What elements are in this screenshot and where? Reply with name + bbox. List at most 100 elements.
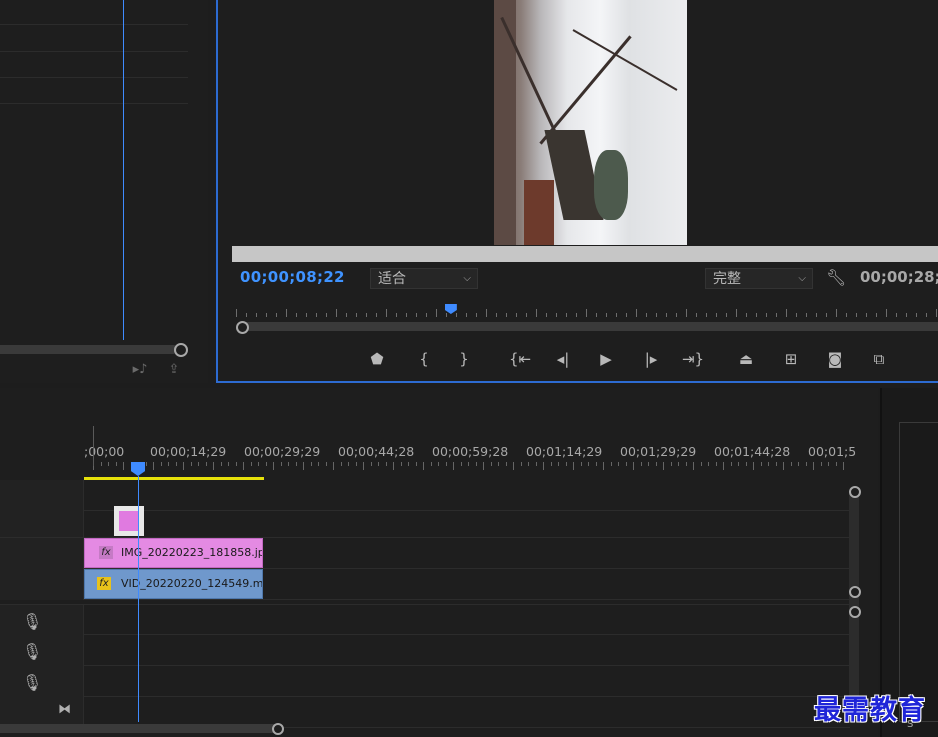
- monitor-time-ruler[interactable]: [232, 305, 938, 317]
- mark-out-icon[interactable]: }: [452, 349, 476, 369]
- extract-icon[interactable]: ⊞: [779, 349, 803, 369]
- ruler-tick: [546, 313, 547, 317]
- ruler-tick: [610, 462, 612, 466]
- ruler-tick: [866, 313, 867, 317]
- timeline-vertical-scrollbar[interactable]: [849, 486, 859, 722]
- ruler-tick: [276, 313, 277, 317]
- ruler-label: 00;00;29;29: [244, 444, 321, 459]
- ruler-tick: [618, 462, 619, 466]
- ruler-tick: [256, 313, 257, 317]
- panel-row-divider: [0, 24, 188, 25]
- ruler-tick: [696, 313, 697, 317]
- ruler-tick: [775, 462, 777, 466]
- ruler-tick: [685, 462, 687, 466]
- marker-icon[interactable]: ⬟: [365, 349, 389, 369]
- timeline-horizontal-scrollbar[interactable]: [0, 724, 284, 733]
- ruler-tick: [115, 462, 117, 466]
- ruler-tick: [666, 313, 667, 317]
- playback-resolution-select[interactable]: 完整 ⌵: [705, 268, 813, 289]
- timeline-zoom-handle[interactable]: [272, 723, 284, 735]
- source-panel: [0, 0, 208, 383]
- ruler-tick: [393, 462, 394, 470]
- ruler-tick: [376, 313, 377, 317]
- monitor-zoom-handle[interactable]: [236, 321, 249, 334]
- ruler-tick: [498, 462, 499, 466]
- timeline-time-ruler[interactable]: ;00;00 00;00;14;29 00;00;29;29 00;00;44;28 0…: [84, 440, 856, 480]
- track-header[interactable]: 🎙︎: [0, 666, 84, 697]
- ruler-tick: [513, 462, 514, 470]
- audio-insert-icon[interactable]: ▸♪: [130, 362, 150, 378]
- fx-badge-icon[interactable]: fx: [97, 577, 111, 590]
- ruler-tick: [386, 309, 387, 317]
- fx-badge-icon[interactable]: fx: [99, 546, 113, 559]
- ruler-tick: [436, 309, 437, 317]
- lift-icon[interactable]: ⏏: [734, 349, 758, 369]
- program-monitor: 00;00;08;22 适合 ⌵ 完整 ⌵ 🔧︎ 00;00;28; ⬟ { }…: [216, 0, 938, 383]
- video-clip[interactable]: fx VID_20220220_124549.mp: [84, 569, 263, 599]
- step-back-icon[interactable]: ◂|: [551, 349, 575, 369]
- track-row-audio-1: 🎙︎: [0, 604, 850, 636]
- zoom-level-select[interactable]: 适合 ⌵: [370, 268, 478, 289]
- ruler-tick: [228, 462, 229, 466]
- source-zoom-scrollbar[interactable]: [0, 345, 178, 354]
- ruler-tick: [746, 313, 747, 317]
- ruler-tick: [663, 462, 664, 470]
- play-icon[interactable]: ▶: [594, 349, 618, 369]
- ruler-tick: [726, 313, 727, 317]
- ruler-tick: [670, 462, 672, 466]
- ruler-tick: [846, 313, 847, 317]
- go-to-out-icon[interactable]: ⇥}: [681, 349, 705, 369]
- monitor-scrub-strip[interactable]: [232, 246, 938, 262]
- timeline-playhead-line[interactable]: [138, 476, 139, 722]
- ruler-tick: [606, 313, 607, 317]
- monitor-zoom-scrollbar[interactable]: [240, 322, 938, 331]
- ruler-tick: [506, 313, 507, 317]
- clip-name: VID_20220220_124549.mp: [121, 577, 263, 590]
- scroll-handle[interactable]: [849, 586, 861, 598]
- microphone-icon[interactable]: 🎙︎: [22, 642, 42, 661]
- go-to-in-icon[interactable]: {⇤: [508, 349, 532, 369]
- source-playhead-line[interactable]: [123, 0, 124, 340]
- ruler-tick: [646, 313, 647, 317]
- ruler-tick: [326, 313, 327, 317]
- compare-icon[interactable]: ⧉: [867, 349, 891, 369]
- current-timecode[interactable]: 00;00;08;22: [240, 268, 345, 286]
- ruler-tick: [876, 313, 877, 317]
- microphone-icon[interactable]: 🎙︎: [22, 612, 42, 631]
- ruler-tick: [496, 313, 497, 317]
- ruler-tick: [916, 313, 917, 317]
- panel-row-divider: [0, 77, 188, 78]
- ruler-tick: [745, 462, 747, 466]
- playback-resolution-value: 完整: [713, 271, 741, 287]
- mark-in-icon[interactable]: {: [412, 349, 436, 369]
- source-zoom-handle[interactable]: [174, 343, 188, 357]
- ruler-tick: [340, 462, 342, 466]
- ruler-tick: [396, 313, 397, 317]
- scroll-handle[interactable]: [849, 486, 861, 498]
- image-clip[interactable]: fx IMG_20220223_181858.jp: [84, 538, 263, 568]
- track-header[interactable]: [0, 506, 84, 537]
- scroll-handle[interactable]: [849, 606, 861, 618]
- track-header[interactable]: 🎙︎: [0, 605, 84, 636]
- track-header[interactable]: [0, 538, 84, 569]
- track-header[interactable]: [0, 569, 84, 600]
- export-frame-icon[interactable]: ⇪: [164, 362, 184, 378]
- ruler-tick: [446, 313, 447, 317]
- step-forward-icon[interactable]: |▸: [639, 349, 663, 369]
- wrench-icon[interactable]: 🔧︎: [826, 268, 846, 287]
- ruler-tick: [753, 462, 754, 470]
- track-header[interactable]: 🎙︎: [0, 635, 84, 666]
- ruler-tick: [636, 309, 637, 317]
- microphone-icon[interactable]: 🎙︎: [22, 673, 42, 692]
- ruler-tick: [415, 462, 417, 466]
- ruler-tick: [526, 313, 527, 317]
- ruler-tick: [936, 309, 937, 317]
- camera-icon[interactable]: ◙: [823, 349, 847, 369]
- ruler-tick: [760, 462, 762, 466]
- collapse-icon[interactable]: ⧓: [58, 702, 71, 717]
- ruler-tick: [573, 462, 574, 470]
- ruler-tick: [183, 462, 184, 470]
- ruler-label: 00;01;29;29: [620, 444, 697, 459]
- zoom-level-value: 适合: [378, 271, 406, 287]
- ruler-tick: [640, 462, 642, 466]
